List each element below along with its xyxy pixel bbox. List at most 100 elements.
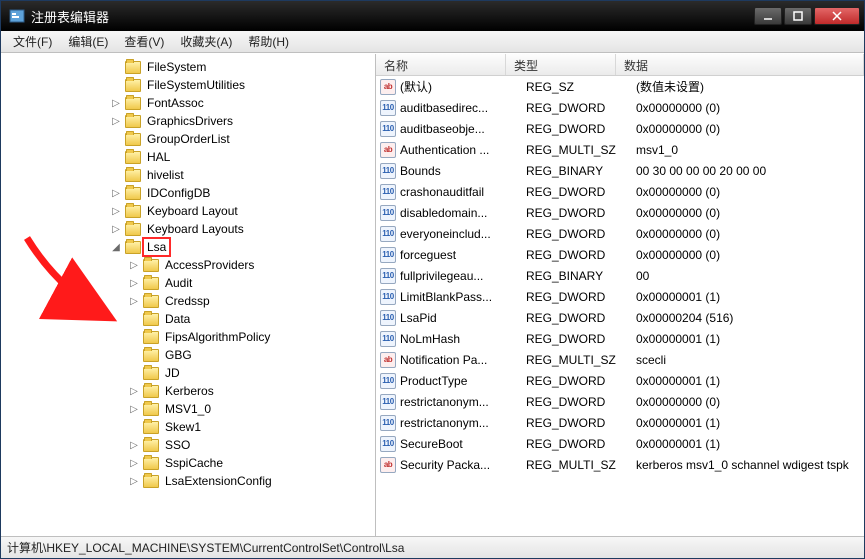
tree-item-label: SSO (163, 438, 192, 452)
registry-value-row[interactable]: 110ProductTypeREG_DWORD0x00000001 (1) (376, 370, 864, 391)
registry-value-row[interactable]: abSecurity Packa...REG_MULTI_SZkerberos … (376, 454, 864, 475)
value-type: REG_DWORD (526, 437, 636, 451)
binary-value-icon: 110 (380, 373, 396, 389)
folder-icon (125, 115, 141, 128)
close-button[interactable] (814, 7, 860, 25)
tree-item-label: Lsa (145, 240, 168, 254)
expand-toggle-icon[interactable]: ▷ (111, 206, 121, 216)
registry-value-row[interactable]: 110disabledomain...REG_DWORD0x00000000 (… (376, 202, 864, 223)
body-area: FileSystemFileSystemUtilities▷FontAssoc▷… (1, 53, 864, 536)
registry-value-row[interactable]: 110crashonauditfailREG_DWORD0x00000000 (… (376, 181, 864, 202)
registry-value-row[interactable]: 110SecureBootREG_DWORD0x00000001 (1) (376, 433, 864, 454)
value-type: REG_DWORD (526, 227, 636, 241)
expand-toggle-icon[interactable]: ▷ (129, 386, 139, 396)
value-name: ProductType (400, 374, 526, 388)
expand-toggle-icon[interactable]: ▷ (111, 188, 121, 198)
value-name: Notification Pa... (400, 353, 526, 367)
tree-pane[interactable]: FileSystemFileSystemUtilities▷FontAssoc▷… (1, 54, 376, 536)
tree-item[interactable]: GroupOrderList (1, 130, 375, 148)
tree-item[interactable]: ▷ MSV1_0 (1, 400, 375, 418)
menu-file[interactable]: 文件(F) (5, 31, 60, 52)
tree-item[interactable]: ▷Audit (1, 274, 375, 292)
registry-value-row[interactable]: 110restrictanonym...REG_DWORD0x00000000 … (376, 391, 864, 412)
tree-item-label: LsaExtensionConfig (163, 474, 274, 488)
tree-item[interactable]: ▷Credssp (1, 292, 375, 310)
registry-value-row[interactable]: 110auditbasedirec...REG_DWORD0x00000000 … (376, 97, 864, 118)
registry-value-row[interactable]: 110restrictanonym...REG_DWORD0x00000001 … (376, 412, 864, 433)
tree-item-label: MSV1_0 (163, 402, 213, 416)
menu-favorites[interactable]: 收藏夹(A) (172, 31, 240, 52)
tree-item[interactable]: FileSystemUtilities (1, 76, 375, 94)
maximize-button[interactable] (784, 7, 812, 25)
list-header: 名称 类型 数据 (376, 54, 864, 76)
column-header-type[interactable]: 类型 (506, 54, 616, 75)
registry-value-row[interactable]: 110NoLmHashREG_DWORD0x00000001 (1) (376, 328, 864, 349)
string-value-icon: ab (380, 79, 396, 95)
value-type: REG_DWORD (526, 122, 636, 136)
menu-help[interactable]: 帮助(H) (240, 31, 297, 52)
expand-toggle-icon[interactable]: ▷ (111, 116, 121, 126)
expand-toggle-icon[interactable]: ▷ (129, 404, 139, 414)
expand-toggle-icon[interactable]: ▷ (129, 260, 139, 270)
value-data: 0x00000001 (1) (636, 290, 864, 304)
list-body[interactable]: ab(默认)REG_SZ(数值未设置)110auditbasedirec...R… (376, 76, 864, 536)
folder-icon (125, 133, 141, 146)
folder-icon (143, 259, 159, 272)
tree-item[interactable]: GBG (1, 346, 375, 364)
binary-value-icon: 110 (380, 436, 396, 452)
expand-toggle-icon[interactable]: ▷ (111, 98, 121, 108)
menu-view[interactable]: 查看(V) (116, 31, 172, 52)
tree-item[interactable]: Data (1, 310, 375, 328)
registry-value-row[interactable]: 110forceguestREG_DWORD0x00000000 (0) (376, 244, 864, 265)
status-path: 计算机\HKEY_LOCAL_MACHINE\SYSTEM\CurrentCon… (7, 539, 404, 556)
expand-toggle-icon[interactable]: ▷ (129, 458, 139, 468)
tree-item[interactable]: JD (1, 364, 375, 382)
tree-item-selected[interactable]: ◢ Lsa (1, 238, 375, 256)
menu-edit[interactable]: 编辑(E) (60, 31, 116, 52)
registry-value-row[interactable]: ab(默认)REG_SZ(数值未设置) (376, 76, 864, 97)
column-header-name[interactable]: 名称 (376, 54, 506, 75)
tree-item-label: JD (163, 366, 182, 380)
expand-toggle-icon[interactable]: ◢ (111, 242, 121, 252)
tree-item[interactable]: Skew1 (1, 418, 375, 436)
tree-item[interactable]: ▷AccessProviders (1, 256, 375, 274)
registry-value-row[interactable]: 110everyoneinclud...REG_DWORD0x00000000 … (376, 223, 864, 244)
value-data: 0x00000000 (0) (636, 206, 864, 220)
window-root: 注册表编辑器 文件(F) 编辑(E) 查看(V) 收藏夹(A) 帮助(H) Fi… (0, 0, 865, 559)
registry-value-row[interactable]: 110LimitBlankPass...REG_DWORD0x00000001 … (376, 286, 864, 307)
tree-item-label: HAL (145, 150, 172, 164)
titlebar[interactable]: 注册表编辑器 (1, 1, 864, 31)
tree-item-label: FipsAlgorithmPolicy (163, 330, 272, 344)
tree-item[interactable]: ▷ LsaExtensionConfig (1, 472, 375, 490)
tree-item[interactable]: ▷SspiCache (1, 454, 375, 472)
column-header-data[interactable]: 数据 (616, 54, 864, 75)
tree-item[interactable]: ▷IDConfigDB (1, 184, 375, 202)
tree-item[interactable]: FipsAlgorithmPolicy (1, 328, 375, 346)
tree-item[interactable]: HAL (1, 148, 375, 166)
value-type: REG_DWORD (526, 101, 636, 115)
value-name: auditbasedirec... (400, 101, 526, 115)
tree-item[interactable]: ▷GraphicsDrivers (1, 112, 375, 130)
tree-item[interactable]: ▷Keyboard Layout (1, 202, 375, 220)
registry-value-row[interactable]: 110BoundsREG_BINARY00 30 00 00 00 20 00 … (376, 160, 864, 181)
expand-toggle-icon[interactable]: ▷ (129, 476, 139, 486)
expand-toggle-icon[interactable]: ▷ (129, 296, 139, 306)
tree-item[interactable]: FileSystem (1, 58, 375, 76)
tree-item[interactable]: ▷ SSO (1, 436, 375, 454)
expand-toggle-icon[interactable]: ▷ (111, 224, 121, 234)
value-data: 0x00000001 (1) (636, 437, 864, 451)
folder-icon (143, 421, 159, 434)
expand-toggle-icon[interactable]: ▷ (129, 278, 139, 288)
tree-item[interactable]: ▷Keyboard Layouts (1, 220, 375, 238)
expand-toggle-icon[interactable]: ▷ (129, 440, 139, 450)
tree-item[interactable]: ▷Kerberos (1, 382, 375, 400)
registry-value-row[interactable]: 110auditbaseobje...REG_DWORD0x00000000 (… (376, 118, 864, 139)
registry-value-row[interactable]: 110LsaPidREG_DWORD0x00000204 (516) (376, 307, 864, 328)
folder-icon (143, 331, 159, 344)
registry-value-row[interactable]: abNotification Pa...REG_MULTI_SZscecli (376, 349, 864, 370)
registry-value-row[interactable]: abAuthentication ...REG_MULTI_SZmsv1_0 (376, 139, 864, 160)
registry-value-row[interactable]: 110fullprivilegeau...REG_BINARY00 (376, 265, 864, 286)
tree-item[interactable]: hivelist (1, 166, 375, 184)
minimize-button[interactable] (754, 7, 782, 25)
tree-item[interactable]: ▷FontAssoc (1, 94, 375, 112)
